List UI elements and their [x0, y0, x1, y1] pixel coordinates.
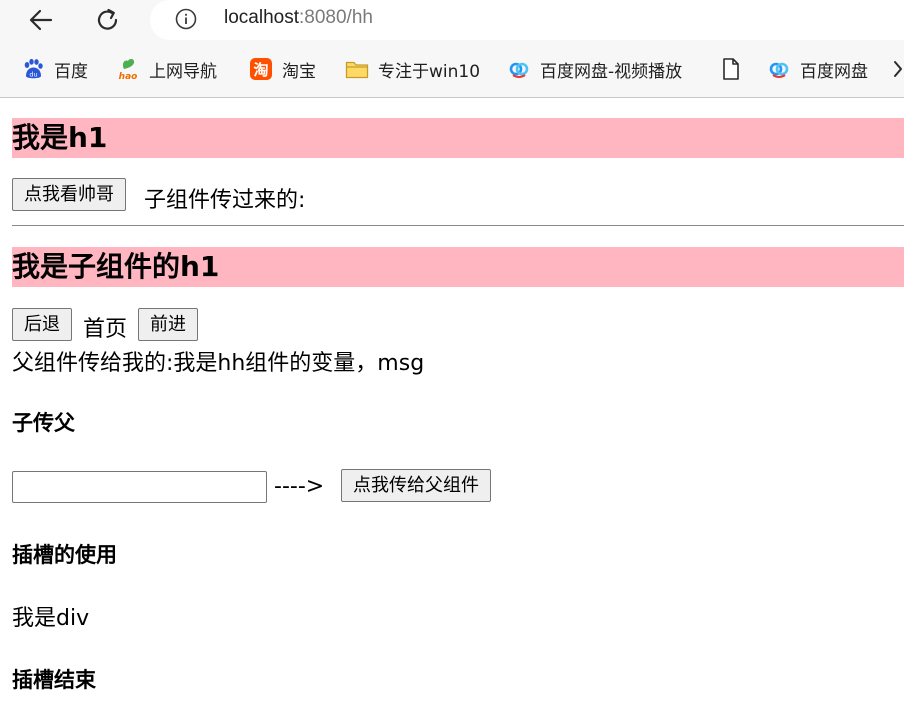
- bookmark-baidu-netdisk[interactable]: 百度网盘: [767, 57, 868, 82]
- svg-text:hao: hao: [119, 72, 138, 81]
- show-handsome-button[interactable]: 点我看帅哥: [12, 178, 126, 211]
- child-received-label: 子组件传过来的:: [144, 188, 306, 213]
- svg-text:du: du: [29, 71, 37, 79]
- url-host: localhost: [224, 7, 299, 28]
- folder-icon: [345, 57, 369, 81]
- svg-text:淘: 淘: [252, 61, 268, 79]
- home-label: 首页: [83, 317, 128, 342]
- bookmark-label: 百度网盘: [800, 61, 868, 82]
- more-bookmarks-chevron-icon[interactable]: [892, 58, 904, 80]
- forward-button[interactable]: 前进: [138, 308, 198, 341]
- bookmark-label: 上网导航: [149, 61, 217, 82]
- reload-icon[interactable]: [91, 3, 125, 37]
- bookmark-baidu[interactable]: du 百度: [21, 57, 88, 82]
- child-title: 我是子组件的h1: [12, 247, 904, 287]
- divider: [12, 225, 904, 226]
- bookmark-label: 淘宝: [282, 61, 316, 82]
- bookmark-hao[interactable]: hao 上网导航: [116, 57, 217, 82]
- message-input[interactable]: [12, 471, 267, 503]
- address-bar[interactable]: localhost:8080/hh: [150, 0, 904, 40]
- bookmark-label: 百度网盘-视频播放: [540, 61, 683, 82]
- site-info-icon[interactable]: [175, 8, 197, 30]
- bookmark-label: 专注于win10: [378, 61, 481, 82]
- back-button[interactable]: 后退: [12, 308, 72, 341]
- baidu-netdisk-icon: [767, 57, 791, 81]
- bookmark-document[interactable]: [719, 57, 743, 81]
- child-to-parent-heading: 子传父: [12, 411, 75, 435]
- document-icon: [719, 57, 743, 81]
- bookmark-win10[interactable]: 专注于win10: [345, 57, 481, 82]
- bookmark-baidu-netdisk-video[interactable]: 百度网盘-视频播放: [507, 57, 683, 82]
- bookmark-taobao[interactable]: 淘 淘宝: [249, 57, 316, 82]
- send-to-parent-button[interactable]: 点我传给父组件: [341, 469, 491, 502]
- parent-title: 我是h1: [12, 118, 904, 158]
- bookmark-label: 百度: [54, 61, 88, 82]
- taobao-icon: 淘: [249, 57, 273, 81]
- from-parent-text: 父组件传给我的:我是hh组件的变量，msg: [12, 351, 425, 376]
- back-arrow-icon[interactable]: [24, 3, 58, 37]
- bookmarks-bar: du 百度 hao 上网导航 淘 淘宝 专注于win10 百度网盘-视频播放 百…: [0, 48, 904, 88]
- browser-chrome: localhost:8080/hh du 百度 hao 上网导航 淘 淘宝 专注…: [0, 0, 904, 98]
- slot-heading: 插槽的使用: [12, 543, 117, 567]
- baidu-paw-icon: du: [21, 57, 45, 81]
- baidu-netdisk-icon: [507, 57, 531, 81]
- url-text: localhost:8080/hh: [224, 7, 373, 29]
- url-port-path: :8080/hh: [299, 7, 373, 28]
- slot-content: 我是div: [12, 606, 90, 631]
- arrow-text: ---->: [274, 474, 325, 499]
- hao-icon: hao: [116, 57, 140, 82]
- slot-end-heading: 插槽结束: [12, 668, 96, 692]
